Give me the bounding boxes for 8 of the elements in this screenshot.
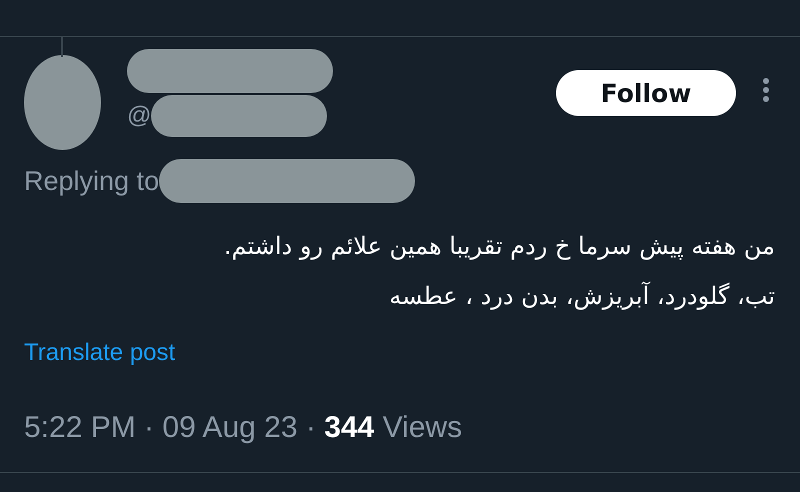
post-timestamp: 5:22 PM · 09 Aug 23 · 344 Views [23, 410, 464, 445]
post-text-line: تب، گلودرد، آبریزش، بدن درد ، عطسه [389, 280, 775, 312]
post-text-line: من هفته پیش سرما خ ردم تقریبا همین علائم رو داشتم. [224, 231, 775, 262]
follow-button[interactable]: Follow [556, 70, 736, 116]
replying-to-label: Replying to [24, 166, 160, 196]
handle-prefix: @ [127, 102, 152, 130]
translate-link[interactable]: Translate post [24, 339, 176, 367]
more-options-icon[interactable] [762, 77, 770, 103]
